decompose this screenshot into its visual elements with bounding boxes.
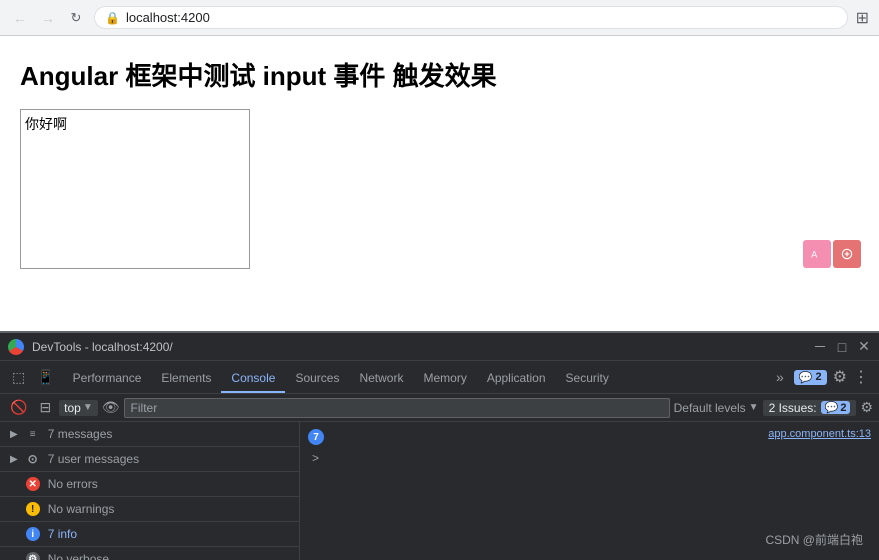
translate-icons: A (803, 240, 861, 268)
no-errors-text: No errors (48, 477, 98, 491)
svg-text:A: A (811, 250, 818, 260)
log-levels-label: Default levels (674, 401, 746, 415)
console-settings-icon[interactable]: ⚙ (860, 399, 873, 416)
user-icon: ⊙ (26, 452, 40, 466)
browser-chrome: ← → ↻ 🔒 ⊞ (0, 0, 879, 36)
tab-security[interactable]: Security (556, 365, 619, 393)
browser-toolbar: ← → ↻ 🔒 ⊞ (0, 0, 879, 35)
forward-button[interactable]: → (38, 8, 58, 28)
console-content: ▶ ≡ 7 messages ▶ ⊙ 7 user messages ▶ ✕ N… (0, 422, 879, 560)
devtools-tab-right: » 💬 2 ⚙ ⋮ (766, 367, 875, 387)
log-levels-selector[interactable]: Default levels ▼ (674, 401, 759, 415)
issues-chat-icon: 💬 (825, 401, 839, 414)
verbose-icon: ⚙ (26, 552, 40, 560)
devtools-left-icons: ⬚ 📱 (4, 365, 63, 390)
watermark: CSDN @前端白袍 (765, 531, 863, 548)
tab-console[interactable]: Console (221, 365, 285, 393)
devtools-tabs: ⬚ 📱 Performance Elements Console Sources… (0, 361, 879, 394)
address-bar: 🔒 (94, 6, 848, 29)
maximize-button[interactable]: □ (835, 340, 849, 354)
devtools-window-buttons: － □ ✕ (813, 340, 871, 354)
address-input[interactable] (126, 10, 837, 25)
tab-memory[interactable]: Memory (413, 365, 476, 393)
verbose-text: No verbose (48, 552, 109, 560)
lock-icon: 🔒 (105, 11, 120, 25)
page-title: Angular 框架中测试 input 事件 触发效果 (20, 56, 859, 93)
source-link[interactable]: app.component.ts:13 (768, 428, 871, 445)
console-eye-icon[interactable]: 👁 (102, 399, 120, 416)
list-item[interactable]: ▶ ≡ 7 messages (0, 422, 299, 447)
messages-text: 7 messages (48, 427, 113, 441)
issues-button[interactable]: 2 Issues: 💬 2 (763, 400, 857, 416)
info-text: 7 info (48, 527, 77, 541)
console-filter-icon[interactable]: ⊟ (35, 397, 55, 418)
devtools-panel: DevTools - localhost:4200/ － □ ✕ ⬚ 📱 Per… (0, 331, 879, 560)
devtools-badge[interactable]: 💬 2 (794, 370, 827, 385)
translate-icon-2[interactable] (833, 240, 861, 268)
console-left-panel: ▶ ≡ 7 messages ▶ ⊙ 7 user messages ▶ ✕ N… (0, 422, 300, 560)
console-filter-input[interactable] (124, 398, 670, 418)
expand-arrow-1: ▶ (10, 454, 18, 465)
refresh-button[interactable]: ↻ (66, 8, 86, 28)
user-messages-text: 7 user messages (48, 452, 139, 466)
devtools-title-text: DevTools - localhost:4200/ (32, 340, 173, 354)
devtools-logo (8, 339, 24, 355)
console-arrow[interactable]: > (312, 451, 319, 465)
log-levels-arrow: ▼ (749, 402, 759, 413)
translate-icon-1[interactable]: A (803, 240, 831, 268)
devtools-title-left: DevTools - localhost:4200/ (8, 339, 173, 355)
devtools-titlebar: DevTools - localhost:4200/ － □ ✕ (0, 333, 879, 361)
close-button[interactable]: ✕ (857, 340, 871, 354)
console-clear-icon[interactable]: 🚫 (6, 397, 31, 418)
tab-sources[interactable]: Sources (285, 365, 349, 393)
browser-toolbar-right: ⊞ (856, 8, 869, 28)
list-item[interactable]: ▶ ! No warnings (0, 497, 299, 522)
messages-icon: ≡ (26, 427, 40, 441)
warning-icon: ! (26, 502, 40, 516)
list-item[interactable]: ▶ ⊙ 7 user messages (0, 447, 299, 472)
console-badge-num: 7 (308, 429, 324, 445)
extensions-icon[interactable]: ⊞ (856, 8, 869, 28)
expand-arrow-0: ▶ (10, 429, 18, 440)
tab-performance[interactable]: Performance (63, 365, 152, 393)
minimize-button[interactable]: － (813, 340, 827, 354)
more-tabs-button[interactable]: » (772, 367, 788, 387)
devtools-settings-icon[interactable]: ⚙ (833, 367, 847, 387)
device-icon[interactable]: 📱 (33, 365, 58, 390)
devtools-more-icon[interactable]: ⋮ (853, 367, 869, 387)
console-entry: 7 (308, 428, 324, 445)
devtools-tab-list: Performance Elements Console Sources Net… (63, 361, 766, 393)
context-selector[interactable]: top ▼ (59, 400, 98, 416)
tab-elements[interactable]: Elements (151, 365, 221, 393)
tab-application[interactable]: Application (477, 365, 556, 393)
issues-badge: 💬 2 (821, 401, 851, 414)
info-icon: i (26, 527, 40, 541)
context-selector-value: top (64, 401, 81, 415)
issues-count: 2 (840, 402, 846, 414)
chat-icon: 💬 (799, 371, 813, 384)
tab-network[interactable]: Network (349, 365, 413, 393)
inspect-icon[interactable]: ⬚ (8, 365, 29, 390)
textarea-container: 你好啊 A (20, 109, 859, 274)
error-icon: ✕ (26, 477, 40, 491)
no-warnings-text: No warnings (48, 502, 115, 516)
back-button[interactable]: ← (10, 8, 30, 28)
list-item[interactable]: ▶ ⚙ No verbose (0, 547, 299, 560)
console-right-row-1: 7 app.component.ts:13 (308, 426, 871, 447)
list-item[interactable]: ▶ i 7 info (0, 522, 299, 547)
page-content: Angular 框架中测试 input 事件 触发效果 你好啊 A (0, 36, 879, 331)
console-toolbar: 🚫 ⊟ top ▼ 👁 Default levels ▼ 2 Issues: 💬… (0, 394, 879, 422)
list-item[interactable]: ▶ ✕ No errors (0, 472, 299, 497)
context-selector-arrow: ▼ (83, 402, 93, 413)
issues-label: 2 Issues: (769, 401, 817, 415)
main-textarea[interactable]: 你好啊 (20, 109, 250, 269)
badge-count: 2 (816, 371, 822, 383)
